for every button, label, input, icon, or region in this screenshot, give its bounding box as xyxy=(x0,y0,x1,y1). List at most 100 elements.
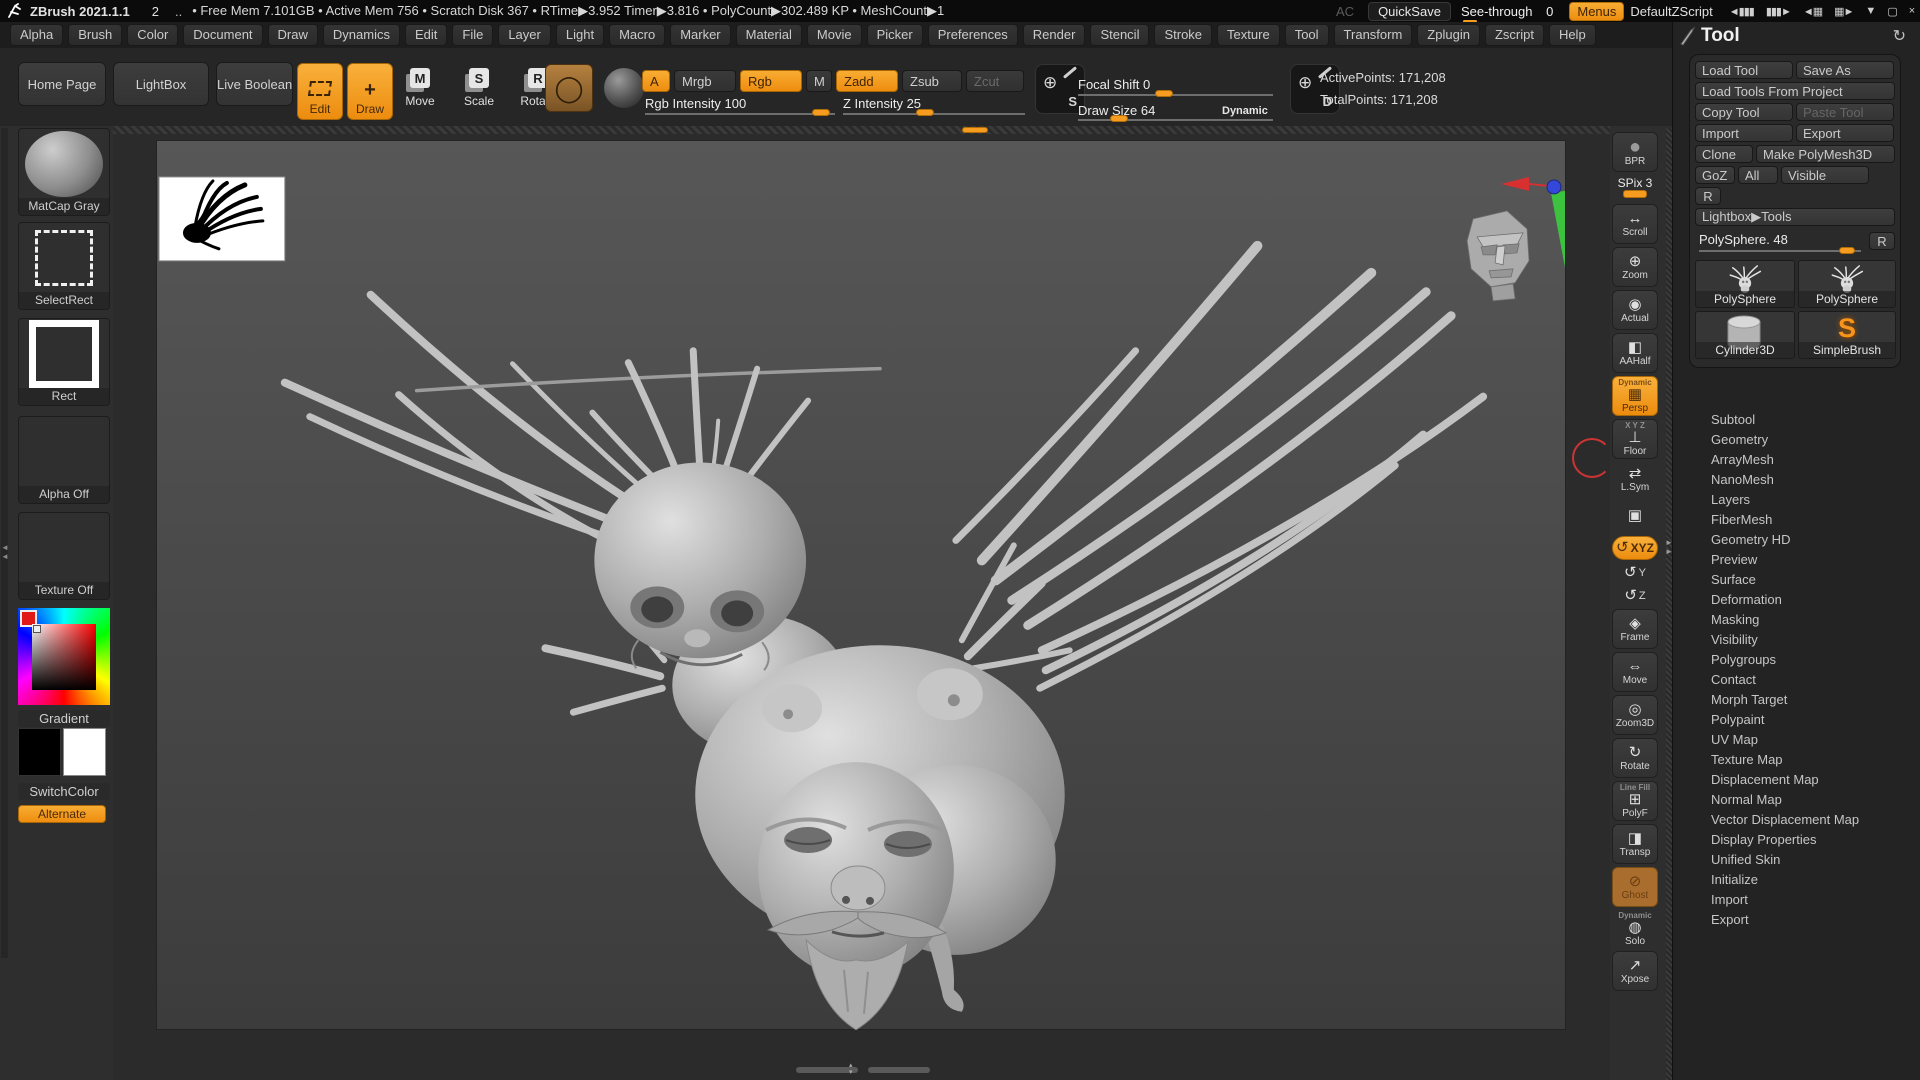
right-shelf-button[interactable]: Dynamic ◍ Solo xyxy=(1612,910,1658,948)
tool-button[interactable]: Lightbox▶Tools xyxy=(1695,208,1895,226)
window-control-icon[interactable]: ◄▦ xyxy=(1803,5,1822,18)
window-control-icon[interactable]: ▦► xyxy=(1834,5,1853,18)
right-shelf-button[interactable]: ↺ Y xyxy=(1612,563,1658,583)
alternate-button[interactable]: Alternate xyxy=(18,805,106,823)
transform-button[interactable]: S Scale xyxy=(458,68,500,108)
tool-button[interactable]: Clone xyxy=(1695,145,1753,163)
tool-name-slider[interactable]: PolySphere. 48 R xyxy=(1695,232,1895,254)
main-color-swatch[interactable] xyxy=(18,728,61,776)
focal-shift-handle[interactable] xyxy=(1155,90,1173,97)
subpalette-item[interactable]: Contact xyxy=(1673,670,1920,690)
window-control-icon[interactable]: ▢ xyxy=(1887,5,1896,18)
subpalette-item[interactable]: Texture Map xyxy=(1673,750,1920,770)
nav-button[interactable]: LightBox xyxy=(113,62,209,106)
right-shelf-button[interactable]: SPix 3 xyxy=(1612,175,1658,201)
subpalette-item[interactable]: Preview xyxy=(1673,550,1920,570)
menu-item[interactable]: Layer xyxy=(498,24,551,46)
menu-item[interactable]: File xyxy=(452,24,493,46)
tool-button[interactable]: Import xyxy=(1695,124,1793,142)
right-shelf-button[interactable]: ↻ Rotate xyxy=(1612,738,1658,778)
menu-item[interactable]: Tool xyxy=(1285,24,1329,46)
subpalette-item[interactable]: Display Properties xyxy=(1673,830,1920,850)
paint-mode-button[interactable]: Zsub xyxy=(902,70,962,92)
menu-item[interactable]: Marker xyxy=(670,24,730,46)
paint-mode-button[interactable]: M xyxy=(806,70,832,92)
tool-thumbnail[interactable]: S SimpleBrush xyxy=(1798,311,1896,359)
saturation-value-square[interactable] xyxy=(32,624,96,690)
camview-head-widget[interactable] xyxy=(1467,211,1529,301)
z-intensity-track[interactable] xyxy=(843,113,1025,115)
menu-item[interactable]: Zplugin xyxy=(1417,24,1480,46)
focal-shift-track[interactable] xyxy=(1078,94,1273,96)
palette-refresh-icon[interactable]: ↻ xyxy=(1893,26,1906,46)
right-shelf-button[interactable]: ◈ Frame xyxy=(1612,609,1658,649)
window-control-icon[interactable]: ▼ xyxy=(1865,5,1875,18)
menu-item[interactable]: Stroke xyxy=(1154,24,1212,46)
right-shelf-button[interactable]: ◨ Transp xyxy=(1612,824,1658,864)
tool-button[interactable]: Make PolyMesh3D xyxy=(1756,145,1895,163)
right-shelf-button[interactable]: ⇄ L.Sym xyxy=(1612,462,1658,496)
right-shelf-button[interactable]: ↺ Z xyxy=(1612,586,1658,606)
right-shelf-button[interactable]: X Y Z ⊥ Floor xyxy=(1612,419,1658,459)
subpalette-item[interactable]: Surface xyxy=(1673,570,1920,590)
menu-item[interactable]: Preferences xyxy=(928,24,1018,46)
canvas-scroll-arrows[interactable]: ▴▾ xyxy=(849,1062,853,1076)
see-through-slider[interactable]: See-through 0 xyxy=(1461,4,1553,19)
menu-item[interactable]: Picker xyxy=(867,24,923,46)
rgb-intensity-handle[interactable] xyxy=(812,109,830,116)
subpalette-item[interactable]: Polygroups xyxy=(1673,650,1920,670)
left-tray-collapse-arrows[interactable]: ◄◄ xyxy=(1,543,9,561)
subpalette-item[interactable]: Export xyxy=(1673,910,1920,930)
tool-button[interactable]: R xyxy=(1695,187,1721,205)
subpalette-item[interactable]: Layers xyxy=(1673,490,1920,510)
tool-button[interactable]: Visible xyxy=(1781,166,1869,184)
right-shelf-button[interactable]: Dynamic ▦ Persp xyxy=(1612,376,1658,416)
menu-item[interactable]: Dynamics xyxy=(323,24,400,46)
divider-handle[interactable] xyxy=(962,127,988,133)
menus-button[interactable]: Menus xyxy=(1569,2,1624,21)
menu-item[interactable]: Light xyxy=(556,24,604,46)
menu-item[interactable]: Transform xyxy=(1334,24,1413,46)
right-shelf-button[interactable]: ◎ Zoom3D xyxy=(1612,695,1658,735)
tool-button[interactable]: Load Tools From Project xyxy=(1695,82,1895,100)
menu-item[interactable]: Stencil xyxy=(1090,24,1149,46)
subpalette-item[interactable]: Displacement Map xyxy=(1673,770,1920,790)
subpalette-item[interactable]: Vector Displacement Map xyxy=(1673,810,1920,830)
sculpting-canvas[interactable] xyxy=(156,140,1566,1030)
subpalette-item[interactable]: Polypaint xyxy=(1673,710,1920,730)
gradient-button[interactable]: Gradient xyxy=(18,710,110,727)
paint-mode-button[interactable]: Zcut xyxy=(966,70,1024,92)
subpalette-item[interactable]: ArrayMesh xyxy=(1673,450,1920,470)
current-material-button[interactable] xyxy=(600,64,648,112)
menu-item[interactable]: Edit xyxy=(405,24,447,46)
subpalette-item[interactable]: Masking xyxy=(1673,610,1920,630)
right-shelf-button[interactable]: ⊘ Ghost xyxy=(1612,867,1658,907)
subpalette-item[interactable]: NanoMesh xyxy=(1673,470,1920,490)
tray-thumbnail[interactable]: MatCap Gray xyxy=(18,128,110,216)
color-picker[interactable] xyxy=(18,608,110,705)
nav-button[interactable]: Home Page xyxy=(18,62,106,106)
tool-button[interactable]: Save As xyxy=(1796,61,1894,79)
z-intensity-handle[interactable] xyxy=(916,109,934,116)
subpalette-item[interactable]: Subtool xyxy=(1673,410,1920,430)
menu-item[interactable]: Alpha xyxy=(10,24,63,46)
subpalette-item[interactable]: UV Map xyxy=(1673,730,1920,750)
tool-button[interactable]: GoZ xyxy=(1695,166,1735,184)
window-control-icon[interactable]: ◄▮▮▮ xyxy=(1729,5,1754,18)
right-shelf-button[interactable]: Line Fill ⊞ PolyF xyxy=(1612,781,1658,821)
draw-mode-button[interactable]: + Draw xyxy=(347,63,393,120)
right-shelf-button[interactable]: ▣ xyxy=(1612,499,1658,533)
menu-item[interactable]: Macro xyxy=(609,24,665,46)
menu-item[interactable]: Help xyxy=(1549,24,1596,46)
draw-size-handle[interactable] xyxy=(1110,115,1128,122)
edit-mode-button[interactable]: Edit xyxy=(297,63,343,120)
palette-pick-icon[interactable] xyxy=(1679,26,1697,46)
right-shelf-button[interactable]: ⇔ Move xyxy=(1612,652,1658,692)
menu-item[interactable]: Draw xyxy=(268,24,318,46)
subpalette-item[interactable]: Normal Map xyxy=(1673,790,1920,810)
menu-item[interactable]: Brush xyxy=(68,24,122,46)
subpalette-item[interactable]: Visibility xyxy=(1673,630,1920,650)
window-control-icon[interactable]: ▮▮▮► xyxy=(1766,5,1791,18)
menu-item[interactable]: Zscript xyxy=(1485,24,1544,46)
tool-slider-handle[interactable] xyxy=(1839,247,1855,254)
